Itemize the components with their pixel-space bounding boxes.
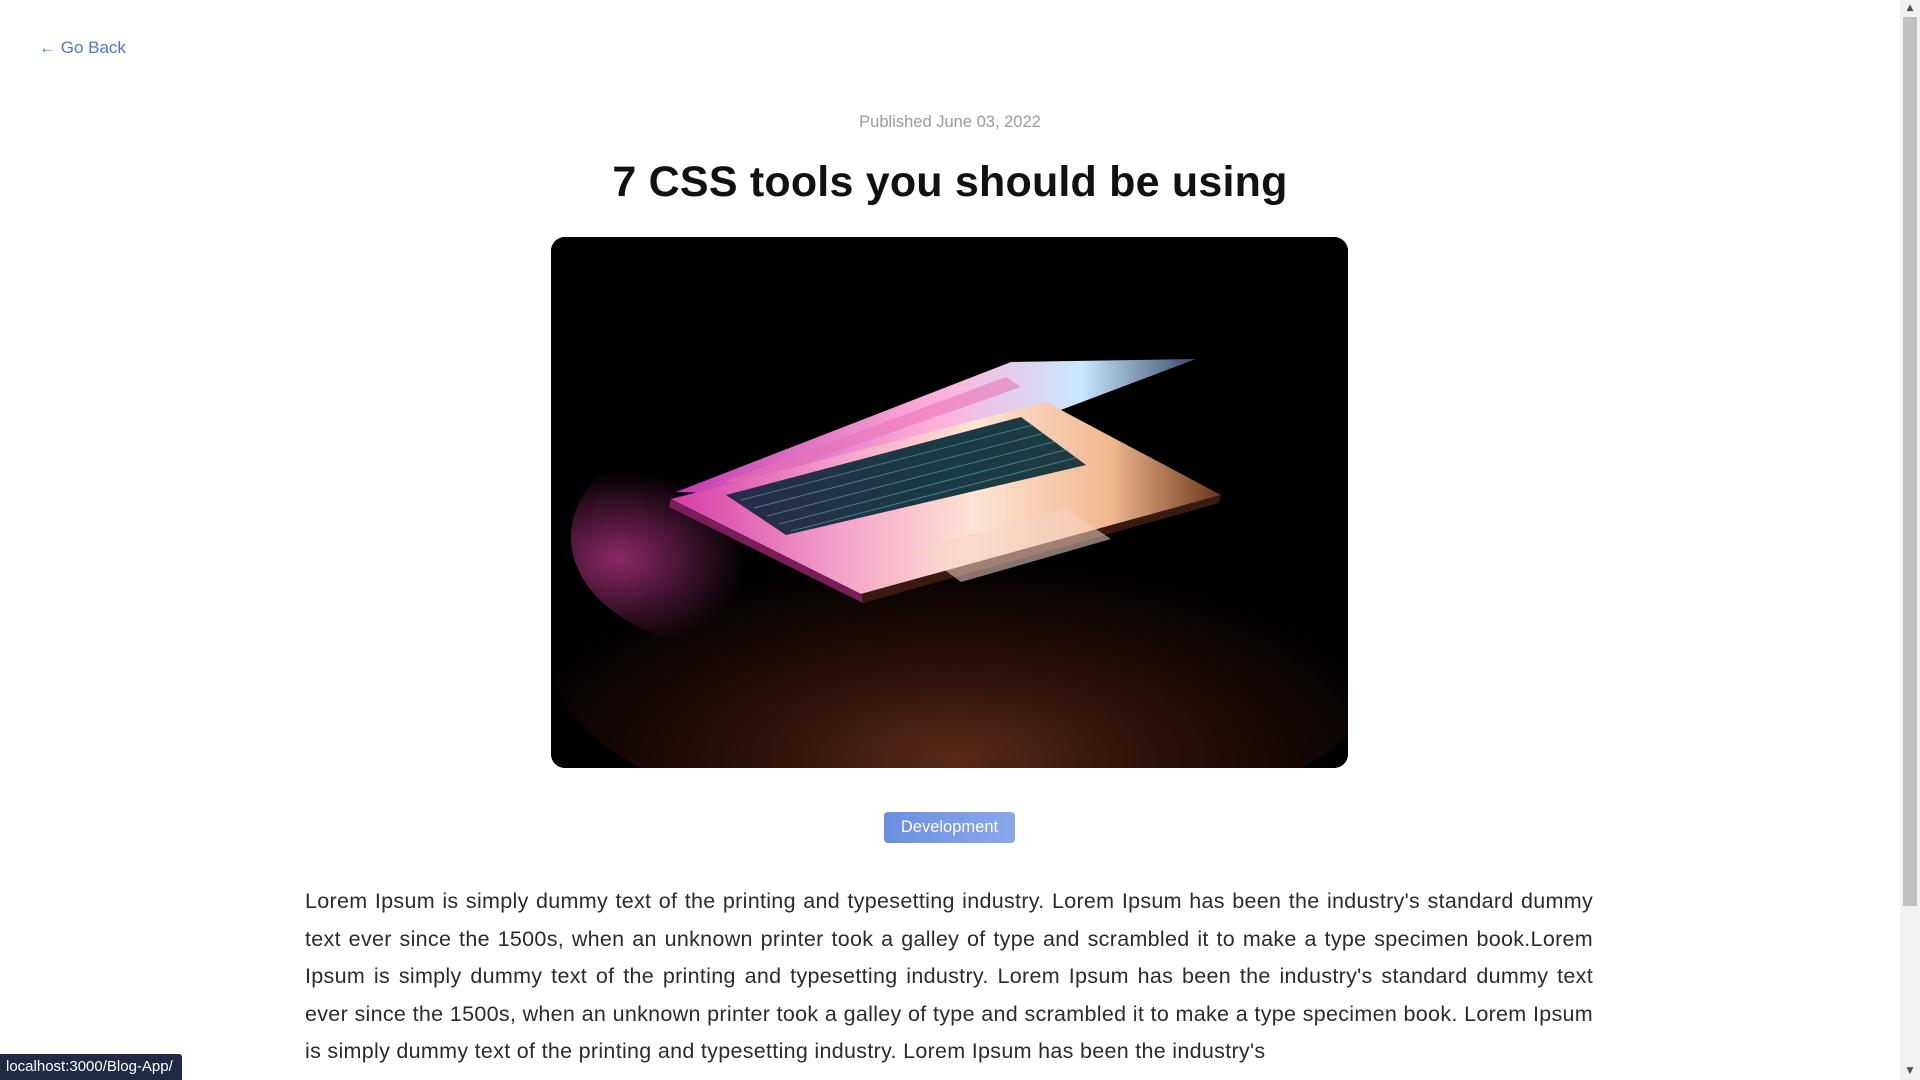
published-date: Published June 03, 2022 [859, 113, 1041, 131]
laptop-image [551, 237, 1348, 768]
go-back-link[interactable]: ← Go Back [39, 38, 126, 58]
category-tag[interactable]: Development [884, 812, 1015, 843]
link-preview-status: localhost:3000/Blog-App/ [0, 1054, 182, 1080]
blog-post-page: ← Go Back Published June 03, 2022 7 CSS … [0, 0, 1900, 1080]
post-title: 7 CSS tools you should be using [612, 158, 1288, 206]
scroll-down-icon[interactable]: ▼ [1900, 1063, 1920, 1080]
browser-viewport: ← Go Back Published June 03, 2022 7 CSS … [0, 0, 1920, 1080]
hero-image [551, 237, 1348, 768]
vertical-scrollbar[interactable]: ▲ ▼ [1900, 0, 1920, 1080]
post-body: Lorem Ipsum is simply dummy text of the … [305, 889, 1593, 1063]
scrollbar-thumb[interactable] [1903, 17, 1917, 906]
scroll-up-icon[interactable]: ▲ [1900, 0, 1920, 17]
